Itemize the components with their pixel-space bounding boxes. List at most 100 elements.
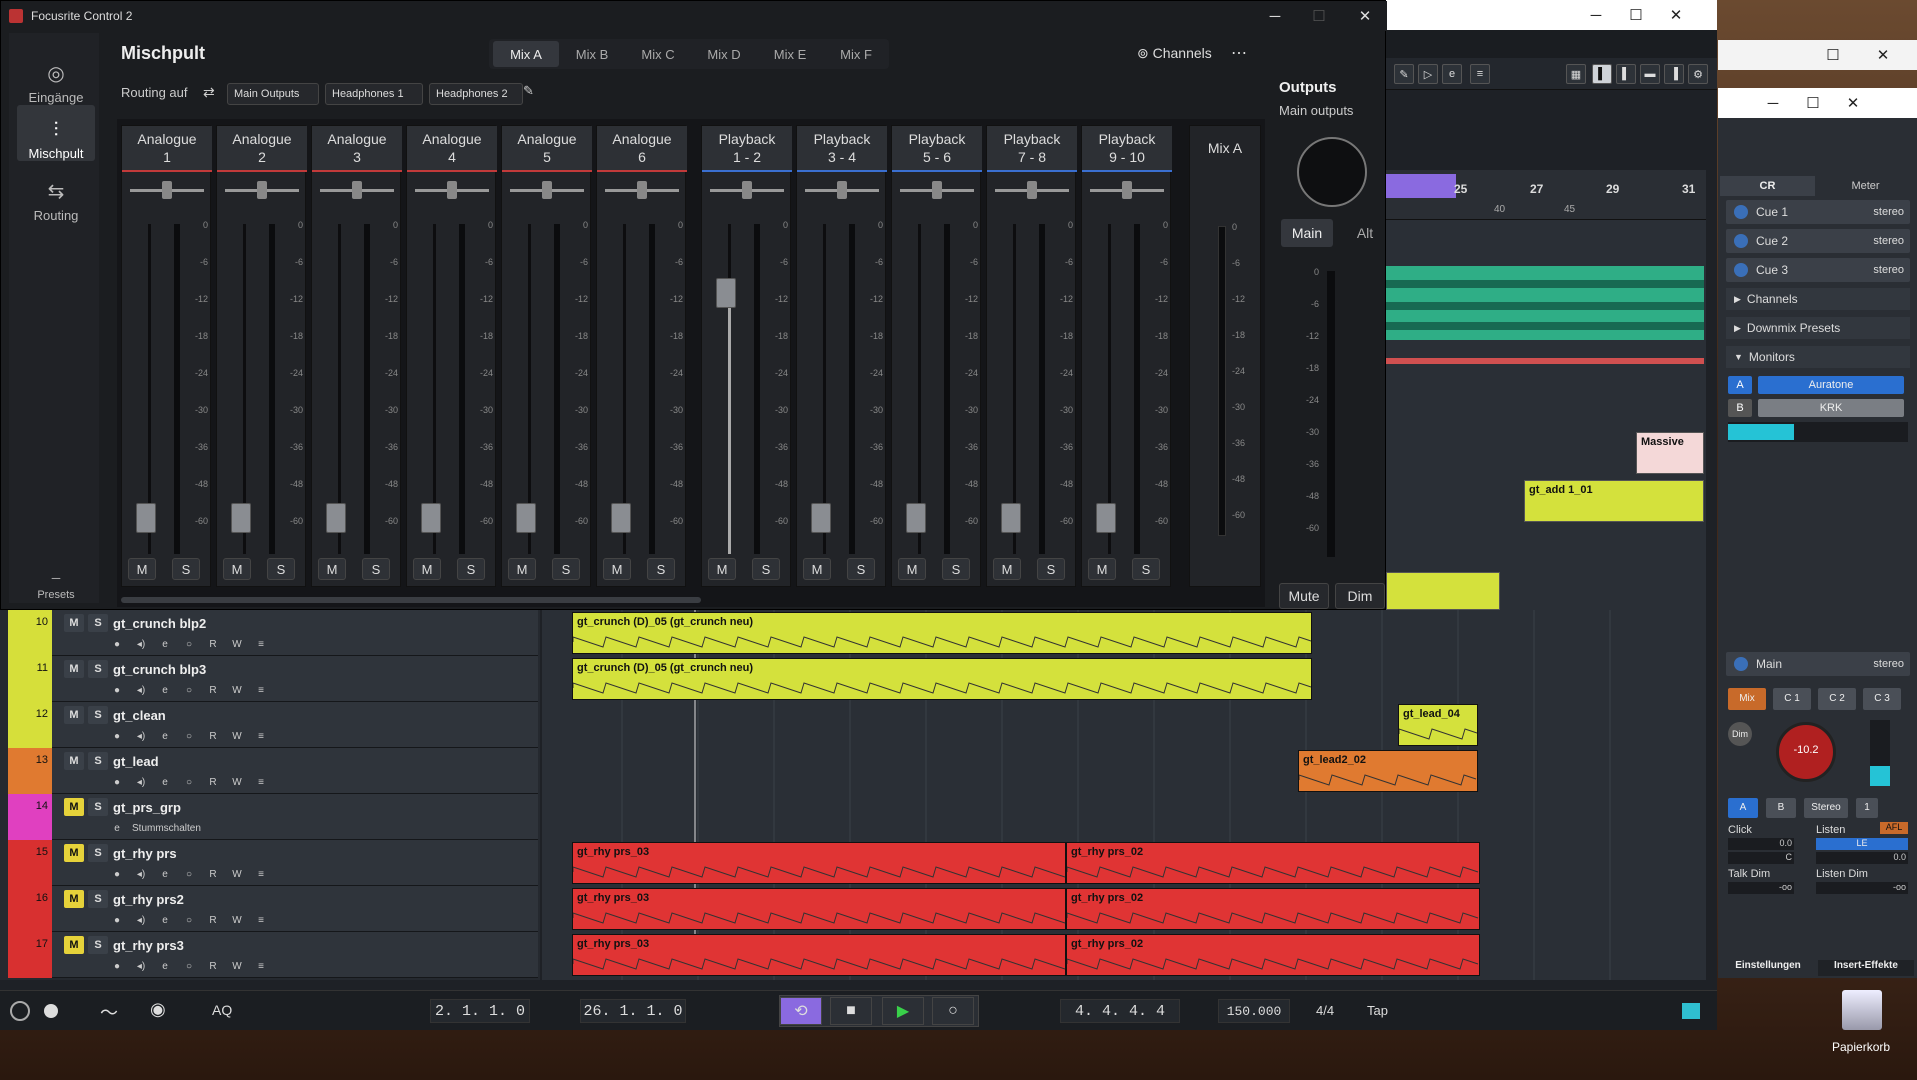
track-solo-button[interactable]: S (88, 798, 108, 816)
tap-button[interactable]: Tap (1367, 1003, 1388, 1018)
routing-chip[interactable]: Headphones 2 (429, 83, 523, 105)
record-enable-icon[interactable]: ○ (180, 684, 198, 698)
inserts-icon[interactable]: ≡ (252, 914, 270, 928)
midi-clip-massive[interactable]: Massive (1636, 432, 1704, 474)
monitor-name[interactable]: Auratone (1758, 376, 1904, 394)
track-mute-button[interactable]: M (64, 936, 84, 954)
inserts-icon[interactable]: ≡ (252, 638, 270, 652)
gear-icon[interactable]: ⚙ (1688, 64, 1708, 84)
track-solo-button[interactable]: S (88, 614, 108, 632)
audio-clip[interactable]: gt_lead2_02 (1298, 750, 1478, 792)
read-automation-button[interactable]: R (204, 914, 222, 928)
record-button[interactable]: ○ (932, 997, 974, 1025)
fader-handle[interactable] (611, 503, 631, 533)
audio-clip[interactable] (1386, 266, 1704, 340)
fader-handle[interactable] (516, 503, 536, 533)
tool-icon[interactable]: ▷ (1418, 64, 1438, 84)
audio-clip[interactable]: gt_rhy prs_03 (572, 888, 1066, 930)
track-mute-button[interactable]: M (64, 798, 84, 816)
mute-button[interactable]: M (603, 558, 631, 580)
track-mute-button[interactable]: M (64, 706, 84, 724)
mute-button[interactable]: M (318, 558, 346, 580)
track-row[interactable]: 11 M Sgt_crunch blp3 ● ◂) e ○ R W ≡ (8, 656, 538, 702)
track-solo-button[interactable]: S (88, 890, 108, 908)
solo-button[interactable]: S (1132, 558, 1160, 580)
tab-mix-4[interactable]: Mix E (757, 41, 823, 67)
pan-knob[interactable] (837, 181, 847, 199)
speaker-button[interactable]: A (1728, 798, 1758, 818)
nav-routing[interactable]: ⇆ Routing (17, 167, 95, 223)
cue-row[interactable]: Cue 3 stereo (1726, 258, 1910, 282)
signature-field[interactable]: 4/4 (1316, 1003, 1334, 1018)
track-row[interactable]: 17 M Sgt_rhy prs3 ● ◂) e ○ R W ≡ (8, 932, 538, 978)
speaker-icon[interactable]: ◂) (132, 730, 150, 744)
tool-icon[interactable]: e (1442, 64, 1462, 84)
fader-handle[interactable] (136, 503, 156, 533)
talk-dim-value[interactable]: -oo (1728, 882, 1794, 894)
solo-button[interactable]: S (1037, 558, 1065, 580)
fader-handle[interactable] (421, 503, 441, 533)
edit-icon[interactable]: e (156, 914, 174, 928)
edit-icon[interactable]: ✎ (523, 83, 534, 99)
track-mute-button[interactable]: M (64, 844, 84, 862)
mute-button[interactable]: M (803, 558, 831, 580)
fader-handle[interactable] (231, 503, 251, 533)
solo-button[interactable]: S (362, 558, 390, 580)
speaker-button[interactable]: B (1766, 798, 1796, 818)
solo-button[interactable]: S (457, 558, 485, 580)
speaker-icon[interactable]: ◂) (132, 776, 150, 790)
read-automation-button[interactable]: R (204, 776, 222, 790)
edit-icon[interactable]: e (156, 960, 174, 974)
edit-icon[interactable]: e (156, 730, 174, 744)
record-enable-icon[interactable]: ○ (180, 914, 198, 928)
close-button[interactable]: ✕ (1345, 1, 1385, 31)
solo-button[interactable]: S (267, 558, 295, 580)
speaker-icon[interactable]: ◂) (132, 684, 150, 698)
track-row[interactable]: 13 M Sgt_lead ● ◂) e ○ R W ≡ (8, 748, 538, 794)
fader-handle[interactable] (811, 503, 831, 533)
read-automation-button[interactable]: R (204, 638, 222, 652)
nav-mixer[interactable]: ⫶ Mischpult (17, 105, 95, 161)
tool-icon[interactable]: ≡ (1470, 64, 1490, 84)
cr-section[interactable]: ▼ Monitors (1726, 346, 1910, 368)
monitor-key[interactable]: B (1728, 399, 1752, 417)
monitor-icon[interactable]: ● (108, 684, 126, 698)
arrangement-lower[interactable]: gt_crunch (D)_05 (gt_crunch neu) gt_crunc… (542, 610, 1706, 980)
audio-clip[interactable]: gt_rhy prs_03 (572, 842, 1066, 884)
record-enable-icon[interactable]: ○ (180, 960, 198, 974)
track-solo-button[interactable]: S (88, 936, 108, 954)
write-automation-button[interactable]: W (228, 638, 246, 652)
speaker-button[interactable]: 1 (1856, 798, 1878, 818)
tab-mix-1[interactable]: Mix B (559, 41, 625, 67)
write-automation-button[interactable]: W (228, 776, 246, 790)
mute-output-button[interactable]: Mute (1279, 583, 1329, 609)
minimize-button[interactable]: ─ (1576, 0, 1616, 30)
inserts-icon[interactable]: ≡ (252, 868, 270, 882)
track-row[interactable]: 15 M Sgt_rhy prs ● ◂) e ○ R W ≡ (8, 840, 538, 886)
audio-clip[interactable]: gt_crunch (D)_05 (gt_crunch neu) (572, 658, 1312, 700)
solo-button[interactable]: S (752, 558, 780, 580)
tab-mix-0[interactable]: Mix A (493, 41, 559, 67)
tab-meter[interactable]: Meter (1818, 176, 1913, 196)
pan-knob[interactable] (447, 181, 457, 199)
tab-mix-3[interactable]: Mix D (691, 41, 757, 67)
close-button[interactable]: ✕ (1838, 88, 1868, 118)
left-locator-field[interactable]: 2. 1. 1. 0 (430, 999, 530, 1023)
monitor-icon[interactable]: ● (108, 730, 126, 744)
window-layout-icon[interactable]: ▌ (1616, 64, 1636, 84)
track-row[interactable]: 10 M Sgt_crunch blp2 ● ◂) e ○ R W ≡ (8, 610, 538, 656)
monitor-icon[interactable]: ● (108, 868, 126, 882)
edit-icon[interactable]: e (156, 776, 174, 790)
maximize-button[interactable]: ☐ (1798, 88, 1828, 118)
monitor-icon[interactable]: ● (108, 960, 126, 974)
write-automation-button[interactable]: W (228, 868, 246, 882)
write-automation-button[interactable]: W (228, 730, 246, 744)
monitor-name[interactable]: KRK (1758, 399, 1904, 417)
track-solo-button[interactable]: S (88, 752, 108, 770)
arrangement-upper[interactable]: Massive gt_add 1_01 (1386, 220, 1706, 610)
maximize-button[interactable]: ☐ (1299, 1, 1339, 31)
speaker-icon[interactable]: ◂) (132, 638, 150, 652)
mute-button[interactable]: M (508, 558, 536, 580)
waveform-icon[interactable]: 〜 (100, 999, 118, 1025)
cr-bottom-tab[interactable]: Einstellungen (1720, 960, 1816, 976)
